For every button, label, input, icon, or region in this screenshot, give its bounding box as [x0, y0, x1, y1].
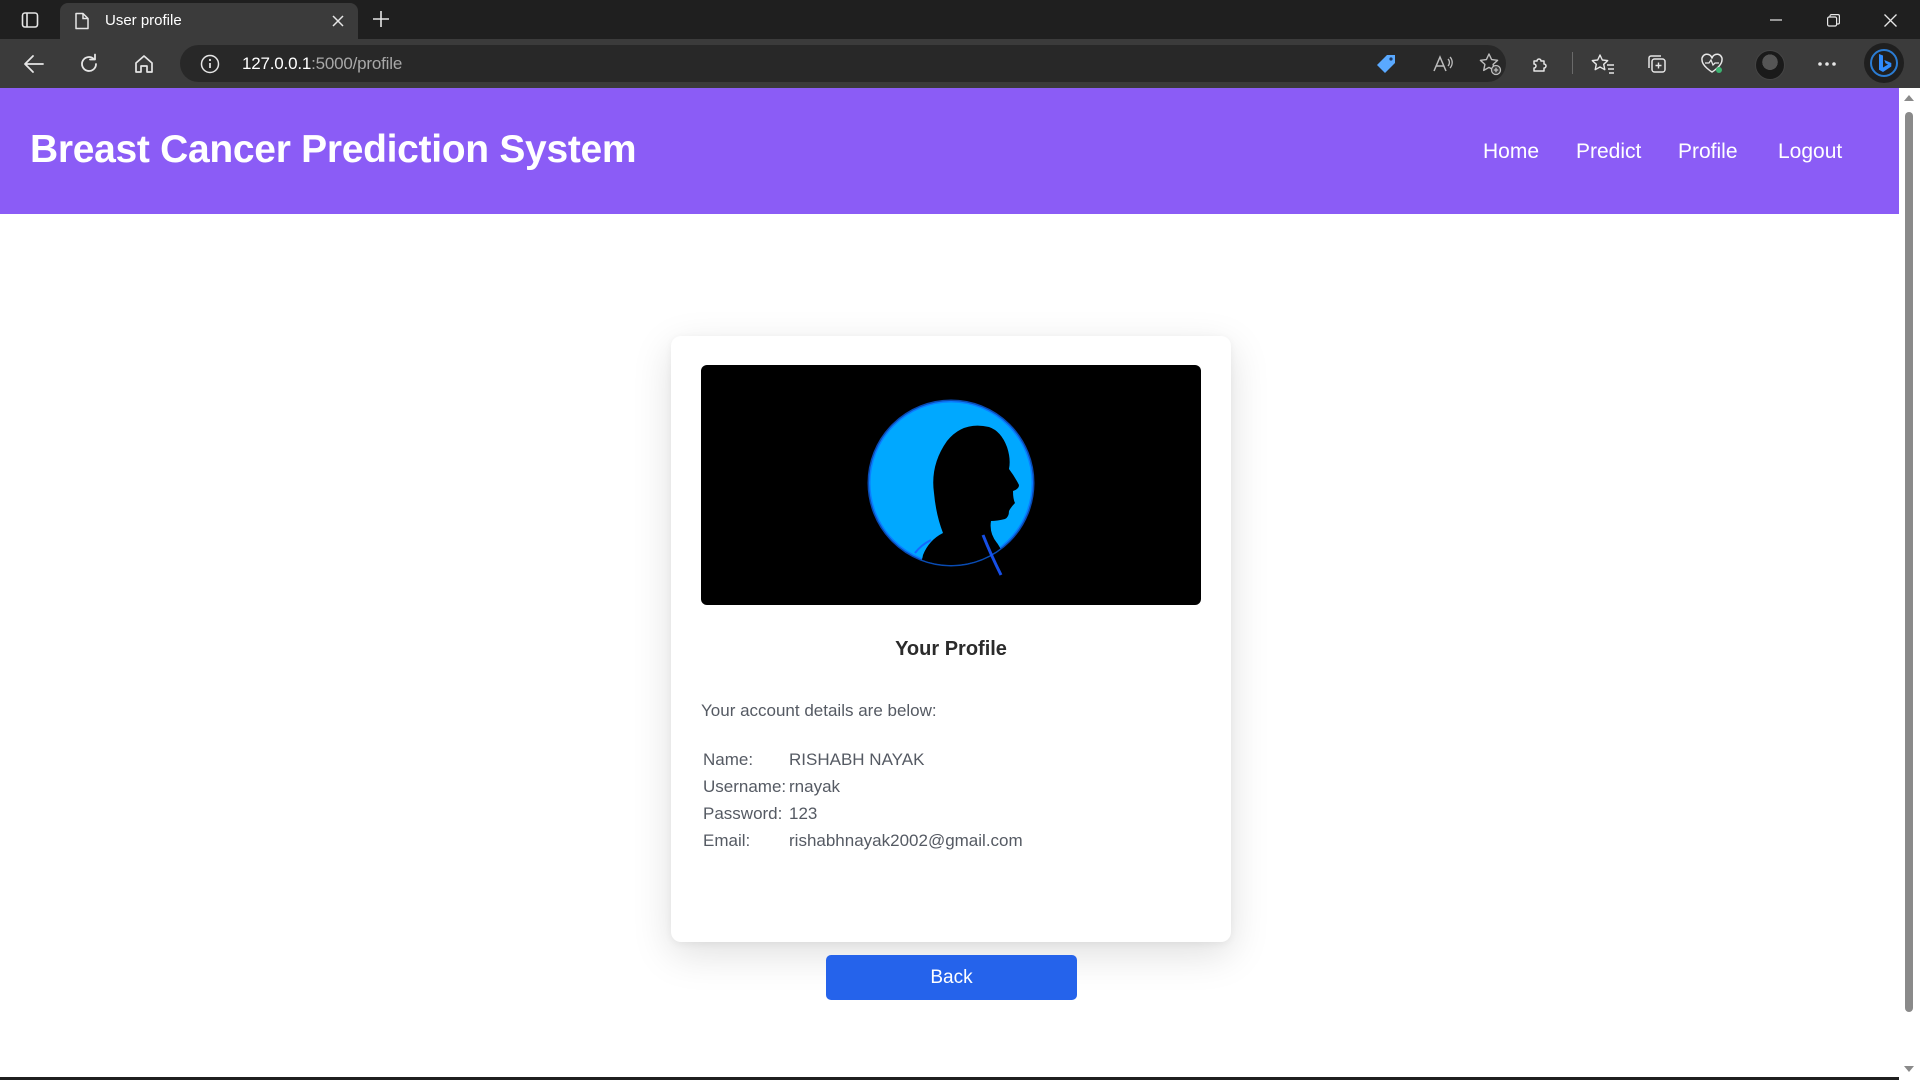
scrollbar-thumb[interactable] — [1905, 112, 1913, 1012]
site-header: Breast Cancer Prediction System Home Pre… — [0, 88, 1899, 214]
account-intro-text: Your account details are below: — [701, 701, 937, 720]
minimize-icon[interactable] — [1753, 6, 1799, 34]
profile-heading: Your Profile — [895, 638, 1007, 660]
nav-logout-link[interactable]: Logout — [1778, 140, 1842, 164]
favorites-icon[interactable] — [1587, 48, 1619, 80]
username-label: Username: — [703, 777, 787, 796]
detail-row-username: Username: rnayak — [701, 777, 1023, 804]
profile-avatar[interactable] — [1755, 50, 1785, 80]
read-aloud-icon[interactable] — [1431, 52, 1455, 76]
bing-copilot-icon[interactable] — [1864, 43, 1904, 83]
username-value: rnayak — [789, 777, 841, 796]
back-button[interactable]: Back — [826, 955, 1077, 1000]
back-arrow-icon[interactable] — [18, 48, 50, 80]
name-value: RISHABH NAYAK — [789, 750, 925, 769]
address-bar[interactable]: 127.0.0.1:5000/profile — [180, 45, 1506, 82]
refresh-icon[interactable] — [73, 48, 105, 80]
browser-toolbar: 127.0.0.1:5000/profile — [0, 39, 1920, 89]
name-label: Name: — [703, 750, 754, 769]
url-path: :5000/profile — [311, 54, 403, 73]
site-title: Breast Cancer Prediction System — [30, 128, 637, 171]
browser-essentials-icon[interactable] — [1696, 48, 1728, 80]
collections-icon[interactable] — [1641, 48, 1673, 80]
new-tab-icon[interactable] — [368, 6, 394, 32]
password-value: 123 — [789, 804, 818, 823]
scroll-down-arrow-icon[interactable] — [1904, 1066, 1914, 1072]
site-info-icon[interactable] — [200, 54, 220, 79]
account-details-table: Name: RISHABH NAYAK Username: rnayak Pas… — [701, 750, 1023, 858]
close-tab-icon[interactable] — [328, 11, 348, 31]
price-tag-icon[interactable] — [1374, 52, 1398, 76]
restore-icon[interactable] — [1810, 6, 1856, 34]
page-icon — [74, 12, 90, 35]
password-label: Password: — [703, 804, 783, 823]
scroll-up-arrow-icon[interactable] — [1904, 95, 1914, 101]
nav-profile-link[interactable]: Profile — [1678, 140, 1738, 164]
tab-actions-icon[interactable] — [16, 8, 44, 32]
person-silhouette-icon — [701, 365, 1201, 605]
tab-title: User profile — [105, 12, 182, 29]
more-options-icon[interactable] — [1811, 48, 1843, 80]
profile-card: Your Profile Your account details are be… — [671, 336, 1231, 1000]
page-scrollbar[interactable] — [1899, 88, 1920, 1080]
detail-row-name: Name: RISHABH NAYAK — [701, 750, 1023, 777]
detail-row-email: Email: rishabhnayak2002@gmail.com — [701, 831, 1023, 858]
home-icon[interactable] — [128, 48, 160, 80]
nav-home-link[interactable]: Home — [1483, 140, 1539, 164]
extensions-icon[interactable] — [1525, 48, 1557, 80]
email-label: Email: — [703, 831, 751, 850]
browser-tab-bar: User profile — [0, 0, 1920, 39]
url-text: 127.0.0.1:5000/profile — [242, 54, 402, 74]
url-host: 127.0.0.1 — [242, 54, 312, 73]
page-viewport: Breast Cancer Prediction System Home Pre… — [0, 88, 1899, 1080]
nav-predict-link[interactable]: Predict — [1576, 140, 1641, 164]
add-favorite-icon[interactable] — [1478, 52, 1502, 76]
email-value: rishabhnayak2002@gmail.com — [789, 831, 1023, 850]
toolbar-divider — [1572, 52, 1573, 74]
detail-row-password: Password: 123 — [701, 804, 1023, 831]
close-window-icon[interactable] — [1867, 6, 1913, 34]
browser-tab-active[interactable]: User profile — [60, 3, 358, 39]
